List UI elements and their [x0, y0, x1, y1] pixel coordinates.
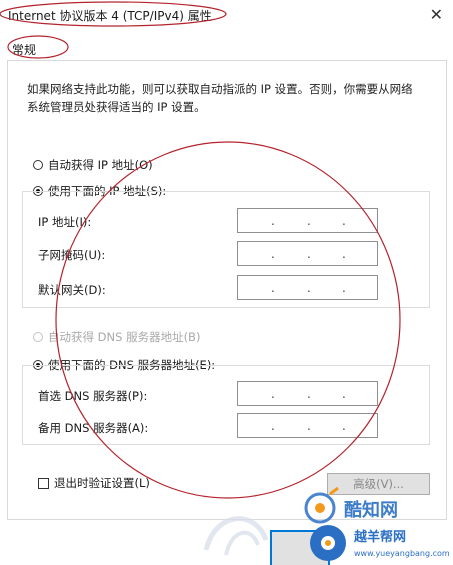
ip-dot: .: [307, 387, 311, 401]
radio-obtain-dns-auto[interactable]: 自动获得 DNS 服务器地址(B): [33, 329, 200, 345]
ip-dot: .: [271, 214, 275, 228]
dialog-window: Internet 协议版本 4 (TCP/IPv4) 属性 ✕ 常规 如果网络支…: [0, 0, 453, 565]
radio-button-disabled[interactable]: [33, 332, 43, 342]
preferred-dns-label: 首选 DNS 服务器(P):: [38, 389, 148, 403]
ip-dot: .: [307, 214, 311, 228]
radio-button[interactable]: [33, 160, 43, 170]
ip-address-label: IP 地址(I):: [38, 215, 92, 229]
advanced-button[interactable]: 高级(V)...: [327, 473, 430, 495]
radio-obtain-ip-auto[interactable]: 自动获得 IP 地址(O): [33, 157, 153, 173]
ip-dot: .: [342, 247, 346, 261]
ip-dot: .: [271, 387, 275, 401]
window-title: Internet 协议版本 4 (TCP/IPv4) 属性: [8, 9, 212, 23]
ip-dot: .: [271, 419, 275, 433]
ok-button[interactable]: [270, 530, 330, 565]
radio-label: 自动获得 IP 地址(O): [48, 158, 153, 172]
ip-dot: .: [307, 281, 311, 295]
checkbox[interactable]: [38, 477, 49, 489]
preferred-dns-input[interactable]: . . .: [237, 381, 378, 406]
ip-dot: .: [342, 281, 346, 295]
subnet-mask-input[interactable]: . . .: [237, 241, 378, 266]
ip-dot: .: [342, 419, 346, 433]
ip-address-input[interactable]: . . .: [237, 208, 378, 233]
radio-label: 自动获得 DNS 服务器地址(B): [48, 330, 201, 344]
ip-dot: .: [342, 387, 346, 401]
default-gateway-input[interactable]: . . .: [237, 275, 378, 300]
ip-dot: .: [271, 281, 275, 295]
checkbox-label: 退出时验证设置(L): [54, 476, 150, 490]
ip-dot: .: [271, 247, 275, 261]
description-text: 如果网络支持此功能，则可以获取自动指派的 IP 设置。否则，你需要从网络系统管理…: [27, 82, 413, 114]
validate-on-exit-checkbox-row[interactable]: 退出时验证设置(L): [38, 475, 150, 491]
alternate-dns-input[interactable]: . . .: [237, 413, 378, 438]
alternate-dns-label: 备用 DNS 服务器(A):: [38, 421, 149, 435]
ip-dot: .: [307, 247, 311, 261]
ip-dot: .: [342, 214, 346, 228]
title-bar: Internet 协议版本 4 (TCP/IPv4) 属性 ✕: [0, 0, 453, 30]
tab-general[interactable]: 常规: [12, 41, 36, 58]
subnet-mask-label: 子网掩码(U):: [38, 248, 106, 262]
ip-dot: .: [307, 419, 311, 433]
close-icon[interactable]: ✕: [430, 5, 443, 24]
default-gateway-label: 默认网关(D):: [38, 283, 106, 297]
